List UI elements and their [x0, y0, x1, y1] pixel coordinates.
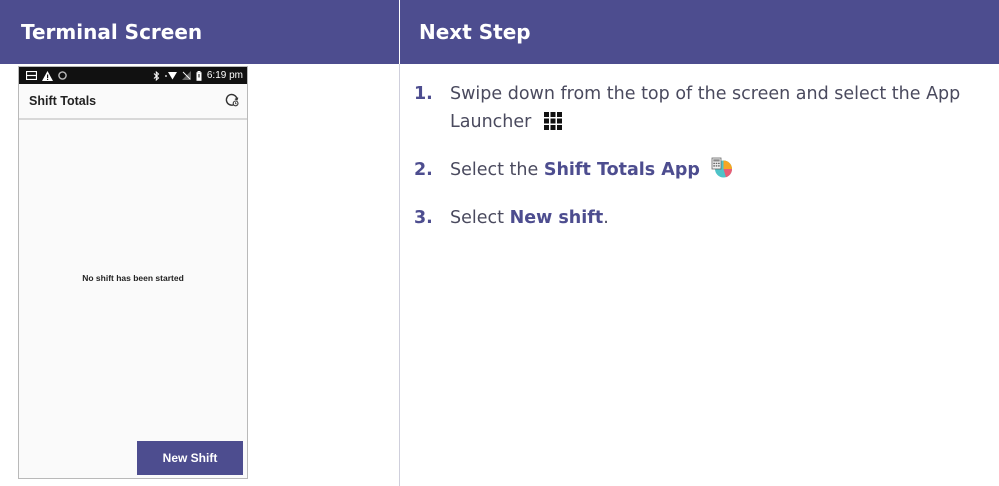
step-1: 1. Swipe down from the top of the screen… [414, 80, 989, 140]
step-2: 2. Select the Shift Totals App [414, 156, 989, 188]
step-number: 3. [414, 208, 433, 228]
warning-icon [42, 70, 53, 81]
step-3: 3. Select New shift. [414, 204, 989, 232]
app-bar: Shift Totals [19, 84, 247, 120]
signal-icon [181, 71, 191, 80]
terminal-screen-mockup: 6:19 pm Shift Totals No shift has been s… [18, 66, 248, 479]
step-bold-text: Shift Totals App [543, 160, 700, 180]
bluetooth-icon [153, 70, 160, 81]
shift-totals-app-icon [711, 157, 733, 188]
step-number: 1. [414, 84, 433, 104]
step-text: Swipe down from the top of the screen an… [450, 84, 961, 132]
column-divider [399, 64, 400, 486]
history-icon[interactable] [225, 92, 239, 111]
step-text: Select the [450, 160, 544, 180]
empty-shift-message: No shift has been started [82, 273, 184, 283]
status-time: 6:19 pm [206, 70, 243, 81]
app-title: Shift Totals [29, 94, 97, 108]
circle-icon [58, 71, 67, 80]
wifi-icon [164, 71, 177, 80]
step-text-after: . [603, 208, 609, 228]
header-next-step-label: Next Step [419, 20, 531, 44]
header-terminal-screen-label: Terminal Screen [21, 20, 203, 44]
battery-icon [196, 70, 202, 81]
message-icon [26, 71, 37, 80]
status-bar: 6:19 pm [19, 67, 247, 84]
header-next-step: Next Step [400, 0, 999, 64]
new-shift-button[interactable]: New Shift [137, 441, 243, 475]
step-number: 2. [414, 160, 433, 180]
header-terminal-screen: Terminal Screen [0, 0, 399, 64]
step-bold-text: New shift [509, 208, 604, 228]
app-launcher-grid-icon [543, 111, 563, 140]
step-text: Select [450, 208, 510, 228]
steps-list: 1. Swipe down from the top of the screen… [414, 80, 989, 248]
